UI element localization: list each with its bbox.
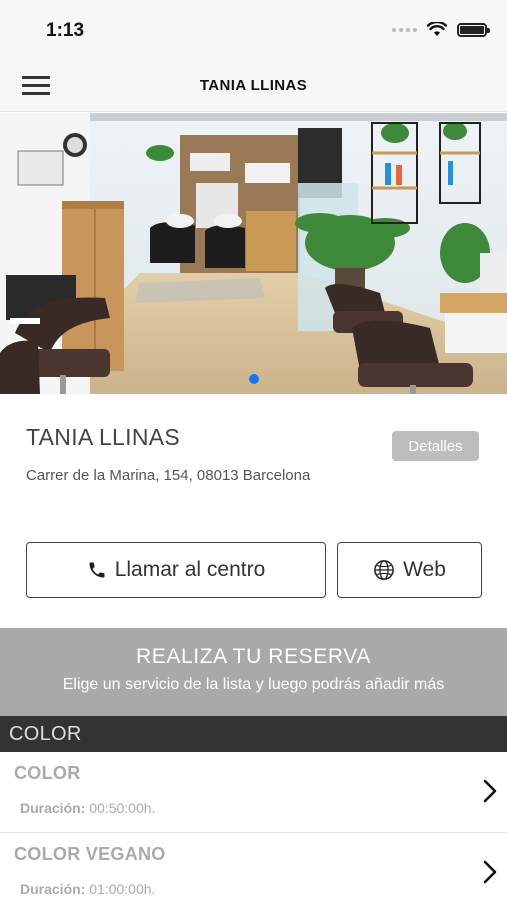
duration-value: 01:00:00h. (89, 881, 156, 897)
web-label: Web (403, 558, 446, 581)
service-duration: Duración: 01:00:00h. (20, 881, 155, 897)
service-duration: Duración: 00:50:00h. (20, 800, 155, 816)
status-bar: 1:13 (0, 0, 507, 62)
hero-image[interactable] (0, 113, 507, 394)
booking-subtitle: Elige un servicio de la lista y luego po… (62, 676, 445, 693)
wifi-icon (427, 22, 447, 36)
booking-banner: REALIZA TU RESERVA Elige un servicio de … (0, 628, 507, 716)
service-item-color[interactable]: COLOR Duración: 00:50:00h. (0, 752, 507, 833)
phone-icon (89, 562, 105, 578)
nav-title: TANIA LLINAS (199, 77, 308, 94)
nav-bar: TANIA LLINAS (0, 62, 507, 112)
call-center-label: Llamar al centro (114, 558, 266, 581)
carousel-page-dot[interactable] (249, 374, 259, 384)
service-name: COLOR (14, 763, 81, 783)
service-name: COLOR VEGANO (14, 844, 166, 864)
call-center-button[interactable]: Llamar al centro (26, 542, 326, 598)
duration-label: Duración: (20, 800, 86, 816)
service-item-color-vegano[interactable]: COLOR VEGANO Duración: 01:00:00h. (0, 833, 507, 900)
duration-label: Duración: (20, 881, 86, 897)
status-time: 1:13 (46, 20, 85, 41)
salon-address: Carrer de la Marina, 154, 08013 Barcelon… (26, 467, 311, 484)
signal-icon (392, 27, 417, 32)
chevron-right-icon (483, 779, 497, 803)
status-icons (392, 22, 490, 37)
booking-title: REALIZA TU RESERVA (136, 645, 371, 668)
category-header: COLOR (0, 716, 507, 752)
globe-icon (374, 560, 394, 580)
duration-value: 00:50:00h. (89, 800, 156, 816)
chevron-right-icon (483, 860, 497, 884)
battery-icon (457, 22, 490, 37)
salon-name: TANIA LLINAS (26, 424, 181, 450)
details-button[interactable]: Detalles (392, 431, 479, 461)
web-button[interactable]: Web (337, 542, 482, 598)
